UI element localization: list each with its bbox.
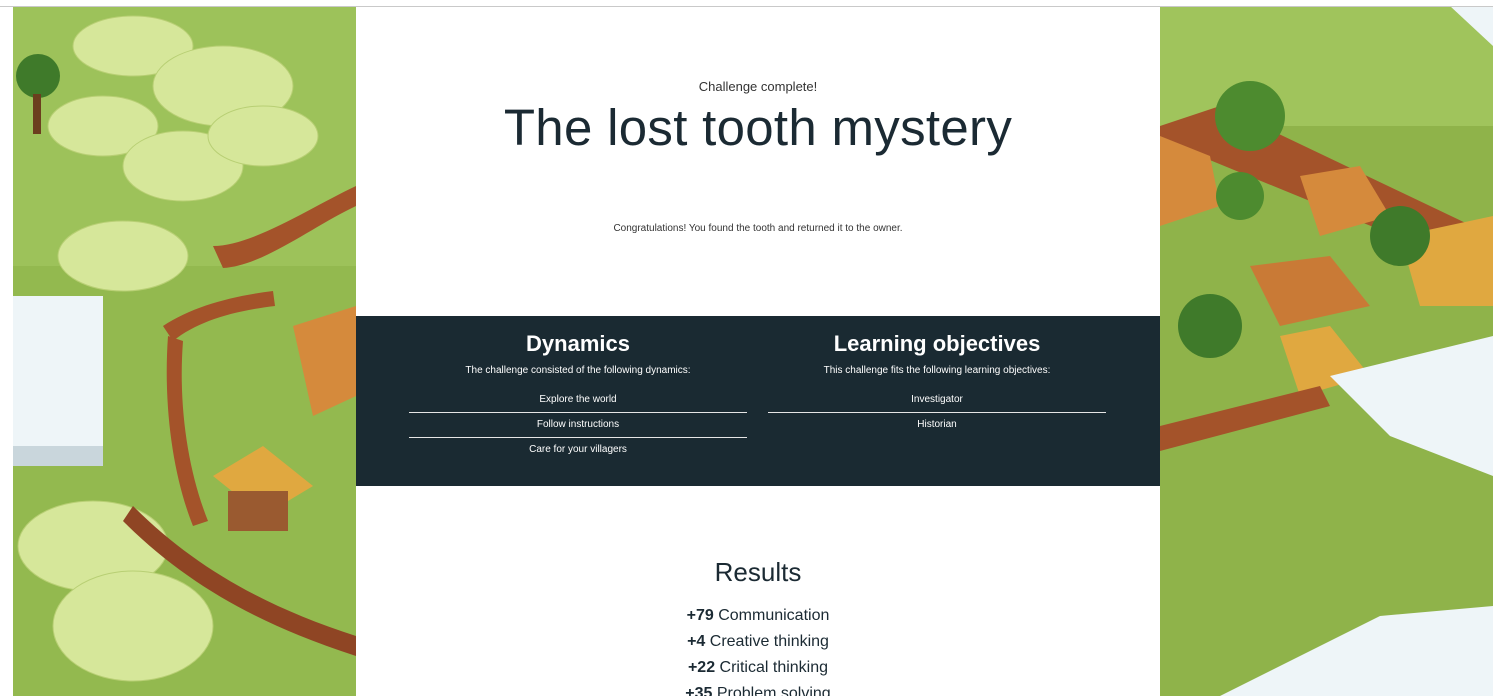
background-scene-right	[1160, 6, 1493, 696]
learning-objectives-section: Learning objectives This challenge fits …	[768, 330, 1106, 437]
result-points: +4	[687, 633, 706, 650]
result-points: +22	[687, 659, 716, 676]
result-item: +79 Communication	[356, 603, 1160, 629]
result-item: +35 Problem solving	[356, 681, 1160, 696]
window-top-border	[0, 0, 1493, 7]
result-points: +35	[685, 685, 713, 696]
result-skill: Creative thinking	[709, 633, 829, 650]
dynamics-item: Care for your villagers	[529, 444, 627, 455]
results-heading: Results	[714, 557, 802, 587]
result-points: +79	[686, 607, 714, 624]
result-item: +22 Critical thinking	[356, 655, 1160, 681]
background-scene-left	[13, 6, 356, 696]
result-skill: Critical thinking	[719, 659, 829, 676]
dynamics-item: Follow instructions	[409, 413, 747, 438]
dynamics-item: Explore the world	[409, 388, 747, 413]
dynamics-subtitle: The challenge consisted of the following…	[465, 365, 691, 376]
challenge-summary-panel: Challenge complete! The lost tooth myste…	[356, 6, 1160, 696]
results-list: +79 Communication +4 Creative thinking +…	[356, 603, 1160, 696]
learning-objective-item: Historian	[917, 419, 957, 430]
result-skill: Problem solving	[716, 685, 831, 696]
result-item: +4 Creative thinking	[356, 629, 1160, 655]
learning-objective-item: Investigator	[768, 388, 1106, 413]
dynamics-list: Explore the world Follow instructions Ca…	[409, 388, 747, 462]
dynamics-heading: Dynamics	[526, 331, 630, 356]
left-gutter	[0, 6, 13, 696]
learning-objectives-list: Investigator Historian	[768, 388, 1106, 437]
challenge-status: Challenge complete!	[698, 79, 818, 94]
result-skill: Communication	[718, 607, 830, 624]
dynamics-objectives-band: Dynamics The challenge consisted of the …	[356, 316, 1160, 486]
page-title: The lost tooth mystery	[503, 99, 1013, 156]
dynamics-section: Dynamics The challenge consisted of the …	[409, 330, 747, 462]
learning-objectives-subtitle: This challenge fits the following learni…	[823, 365, 1051, 376]
learning-objectives-heading: Learning objectives	[833, 331, 1041, 356]
congratulations-message: Congratulations! You found the tooth and…	[613, 223, 903, 234]
